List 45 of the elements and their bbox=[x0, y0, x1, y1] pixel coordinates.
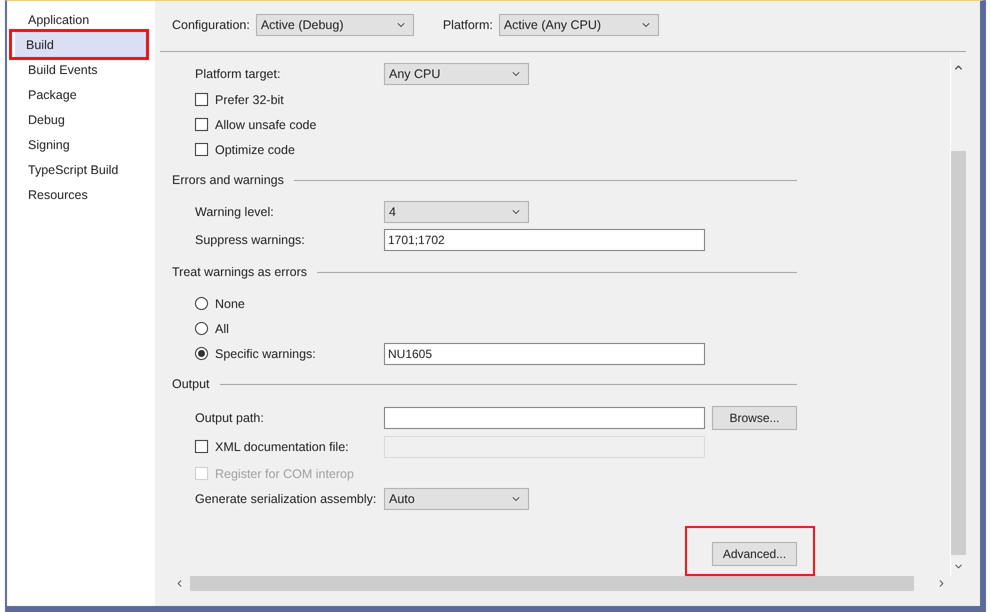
section-heading: Errors and warnings bbox=[172, 173, 284, 187]
checkbox-label: Allow unsafe code bbox=[215, 118, 316, 132]
platform-label: Platform: bbox=[442, 18, 493, 32]
checkbox-label: Optimize code bbox=[215, 142, 295, 156]
field-label: Suppress warnings: bbox=[195, 232, 305, 246]
radio-label: All bbox=[215, 322, 229, 336]
radio-button[interactable] bbox=[195, 322, 208, 335]
sidebar-item[interactable]: TypeScript Build bbox=[17, 157, 148, 182]
radio-label: Specific warnings: bbox=[215, 346, 316, 360]
radio-button[interactable] bbox=[195, 297, 208, 310]
sidebar-item[interactable]: Signing bbox=[17, 132, 148, 157]
field-label: Output path: bbox=[195, 410, 264, 424]
field-label: Warning level: bbox=[195, 205, 274, 219]
configuration-label: Configuration: bbox=[172, 18, 250, 32]
field-label: Platform target: bbox=[195, 67, 280, 81]
checkbox[interactable] bbox=[195, 93, 208, 106]
sidebar-item[interactable]: Debug bbox=[17, 107, 148, 132]
section-heading: Treat warnings as errors bbox=[172, 265, 307, 279]
sidebar-item[interactable]: Resources bbox=[17, 182, 148, 207]
dropdown[interactable]: Auto bbox=[384, 488, 529, 510]
sidebar-item[interactable]: Package bbox=[17, 82, 148, 107]
text-field[interactable]: NU1605 bbox=[384, 342, 705, 364]
sidebar-item[interactable]: Build Events bbox=[17, 57, 148, 82]
sidebar-item[interactable]: Build bbox=[15, 32, 146, 57]
text-field[interactable]: 1701;1702 bbox=[384, 228, 705, 250]
configuration-dropdown[interactable]: Active (Debug) bbox=[256, 14, 414, 36]
checkbox[interactable] bbox=[195, 118, 208, 131]
checkbox[interactable] bbox=[195, 143, 208, 156]
radio-label: None bbox=[215, 296, 245, 310]
section-heading: Output bbox=[172, 377, 210, 391]
sidebar-item[interactable]: Application bbox=[17, 7, 148, 32]
browse-button[interactable]: Browse... bbox=[712, 406, 797, 430]
scrollbar-thumb[interactable] bbox=[951, 151, 966, 555]
dropdown[interactable]: Any CPU bbox=[384, 63, 529, 85]
checkbox-label: Prefer 32-bit bbox=[215, 92, 284, 106]
advanced-button[interactable]: Advanced... bbox=[712, 542, 797, 566]
field-label: Generate serialization assembly: bbox=[195, 492, 376, 506]
checkbox[interactable] bbox=[195, 440, 208, 453]
platform-dropdown[interactable]: Active (Any CPU) bbox=[498, 14, 659, 36]
text-field[interactable] bbox=[384, 406, 705, 428]
vertical-scrollbar[interactable] bbox=[950, 58, 966, 576]
checkbox-label: Register for COM interop bbox=[215, 466, 354, 480]
checkbox-label: XML documentation file: bbox=[215, 440, 349, 454]
dropdown[interactable]: 4 bbox=[384, 201, 529, 223]
radio-button[interactable] bbox=[195, 347, 208, 360]
